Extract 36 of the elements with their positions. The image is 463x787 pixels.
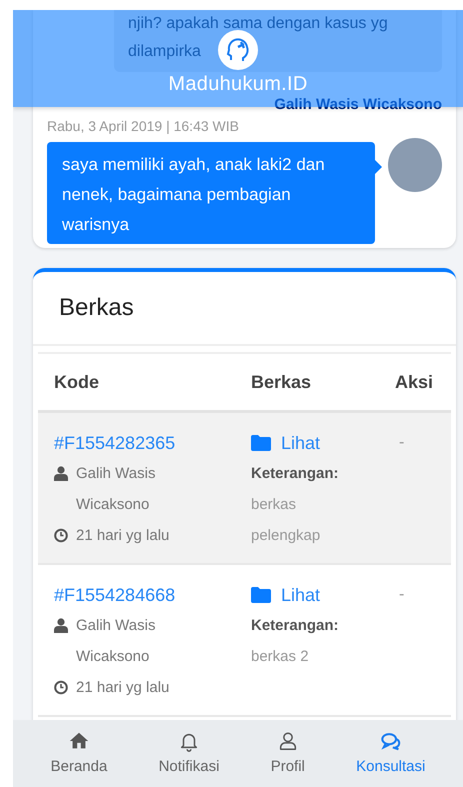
card-title: Berkas — [33, 272, 456, 346]
note-label: Keterangan: — [251, 616, 340, 636]
user-name: Galih Wasis Wicaksono — [76, 616, 156, 667]
user-icon — [54, 466, 68, 481]
file-code-link[interactable]: #F1554284668 — [54, 580, 176, 610]
nav-tab[interactable]: Beranda — [50, 720, 108, 787]
clock-icon — [54, 528, 68, 543]
action-text: - — [398, 433, 406, 453]
time-ago: 21 hari yg lalu — [76, 526, 170, 546]
message-line: dilampirka — [128, 42, 201, 62]
head-logo-icon — [218, 30, 258, 70]
message-time: Rabu, 3 April 2019 | 16:43 WIB — [47, 118, 240, 134]
folder-icon — [251, 587, 271, 603]
column-header: Berkas — [251, 372, 312, 393]
nav-tab[interactable]: Notifikasi — [158, 720, 220, 787]
app-title: Maduhukum.ID — [168, 73, 308, 96]
time-ago: 21 hari yg lalu — [76, 678, 170, 698]
message-line: njih? apakah sama dengan kasus yg — [128, 14, 388, 34]
note-text: berkas pelengkap — [251, 495, 322, 546]
file-code-link[interactable]: #F1554282365 — [54, 428, 176, 458]
nav-tab[interactable]: Profil — [270, 720, 305, 787]
folder-icon — [251, 435, 271, 451]
nav-tab[interactable]: Konsultasi — [356, 720, 426, 787]
view-link[interactable]: Lihat — [251, 428, 320, 458]
clock-icon — [54, 680, 68, 695]
avatar-placeholder — [388, 138, 442, 192]
column-header: Kode — [54, 372, 100, 393]
note-label: Keterangan: — [251, 464, 340, 484]
note-text: berkas 2 — [251, 647, 310, 667]
user-icon — [54, 618, 68, 633]
view-link[interactable]: Lihat — [251, 580, 320, 610]
bubble-tail — [375, 160, 382, 174]
column-header: Aksi — [395, 372, 434, 393]
chat-icon — [380, 730, 402, 752]
action-text: - — [398, 585, 406, 605]
user-name: Galih Wasis Wicaksono — [76, 464, 156, 515]
